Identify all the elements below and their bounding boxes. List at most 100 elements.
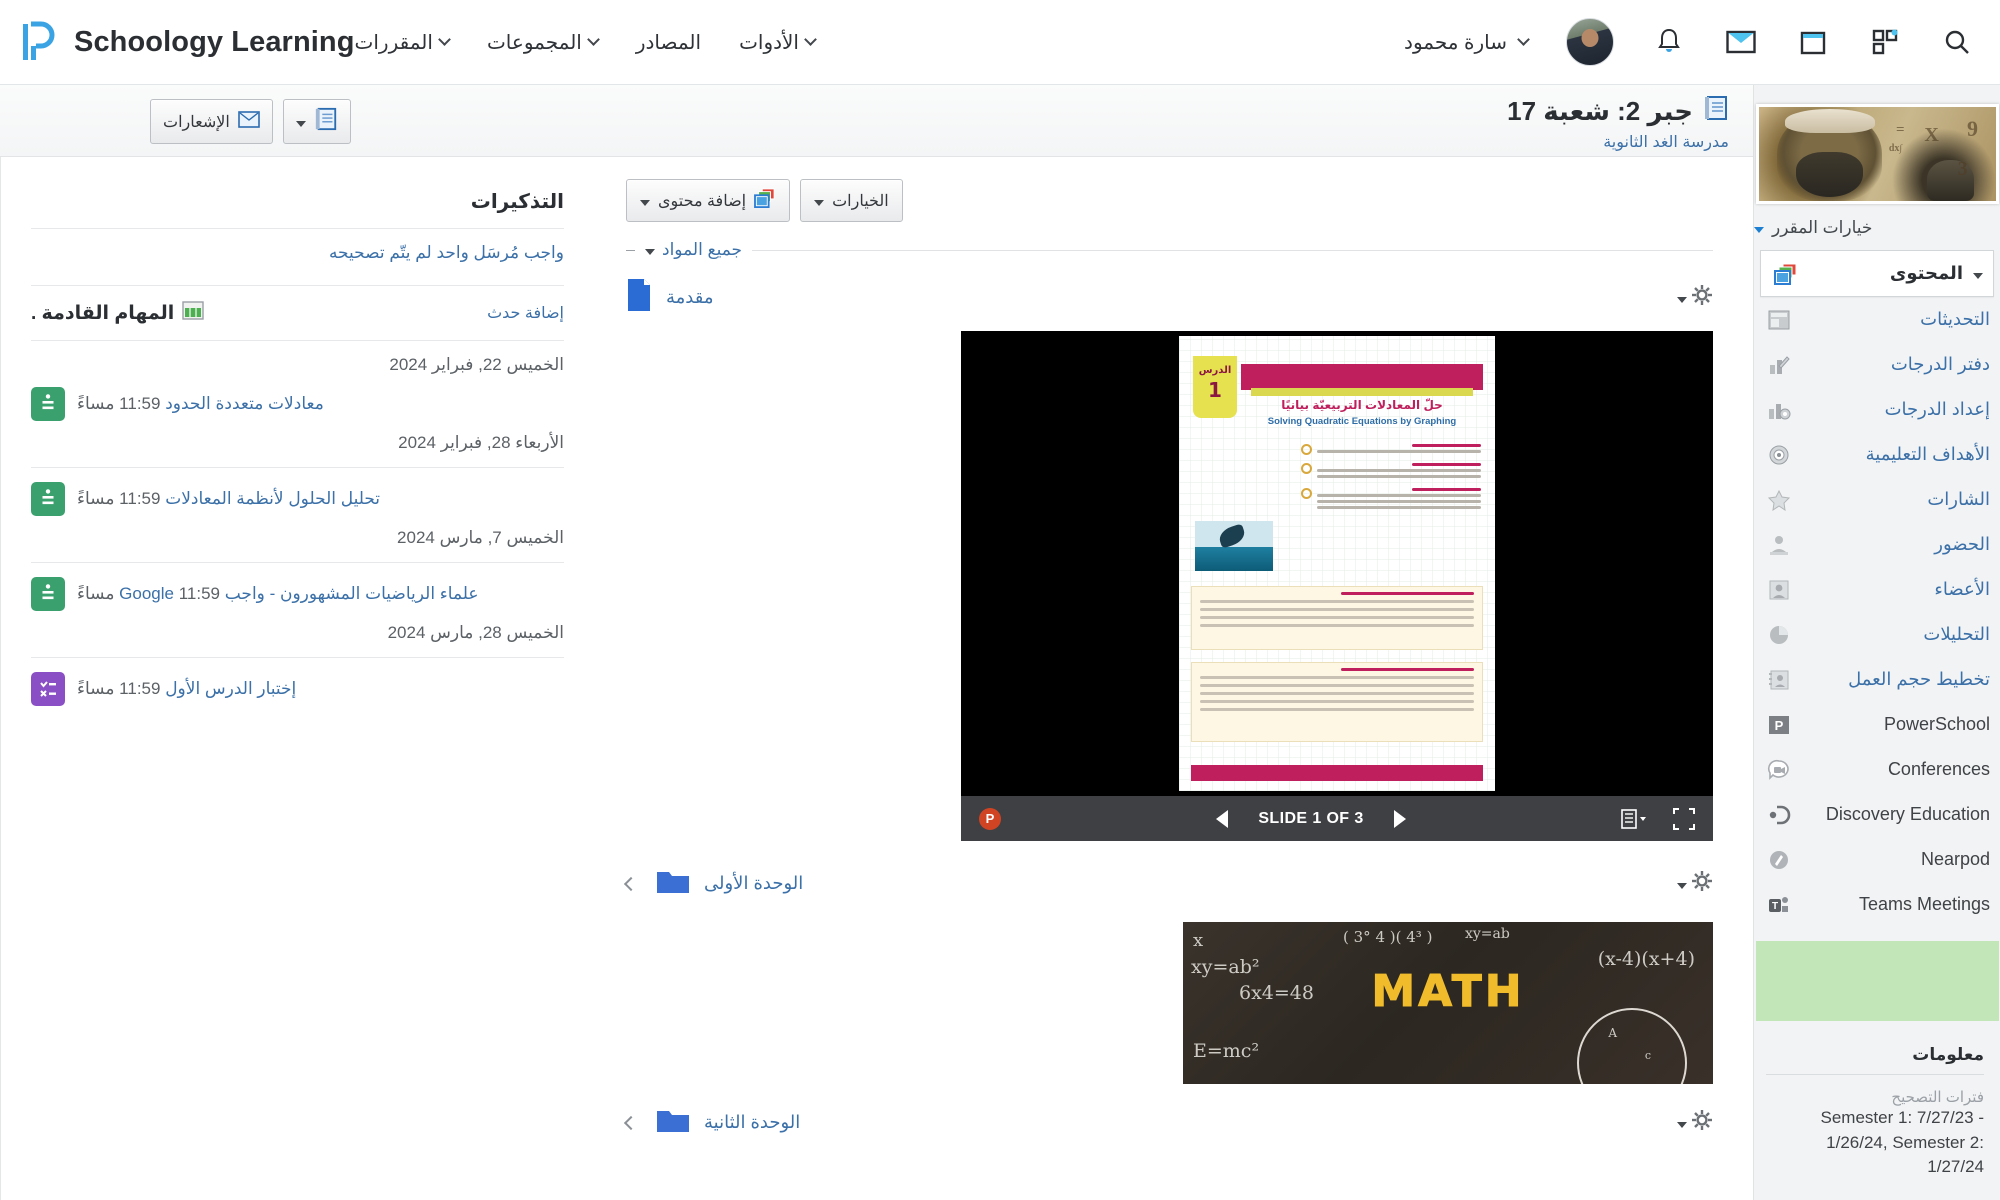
list-item[interactable]: علماء الرياضيات المشهورون - واجب Google … <box>31 577 564 611</box>
divider <box>31 340 564 341</box>
chevron-left-icon[interactable] <box>623 876 639 891</box>
sidebar-item-members[interactable]: الأعضاء <box>1754 567 2000 612</box>
gear-icon <box>1691 284 1713 311</box>
slide-text-block <box>1191 662 1483 742</box>
section-title-unit-1[interactable]: الوحدة الأولى <box>704 873 803 894</box>
sidebar-item-gradebook[interactable]: دفتر الدرجات <box>1754 342 2000 387</box>
course-options-label: خيارات المقرر <box>1772 218 1873 237</box>
content-section-header: مقدمة <box>626 278 1713 317</box>
grading-periods-value: Semester 1: 7/27/23 - 1/26/24, Semester … <box>1820 1108 1984 1177</box>
caret-down-icon <box>814 199 825 206</box>
bell-icon[interactable] <box>1652 25 1686 59</box>
chevron-left-icon[interactable] <box>623 1115 639 1130</box>
nav-item-courses[interactable]: المقررات <box>354 30 451 55</box>
triangle-left-icon[interactable] <box>1216 809 1229 828</box>
assignment-name: معادلات متعددة الحدود <box>165 393 324 413</box>
quiz-name: إختبار الدرس الأول <box>165 678 297 698</box>
sidebar-item-conferences[interactable]: Conferences <box>1754 747 2000 792</box>
triangle-right-icon[interactable] <box>1393 809 1406 828</box>
assignment-time: 11:59 مساءً <box>77 488 161 508</box>
add-content-button[interactable]: إضافة محتوى <box>626 179 791 222</box>
sidebar-item-discovery-education[interactable]: Discovery Education <box>1754 792 2000 837</box>
nav-item-groups[interactable]: المجموعات <box>487 30 600 55</box>
options-label: الخيارات <box>832 192 889 210</box>
nearpod-icon <box>1766 847 1792 873</box>
list-item[interactable]: إختبار الدرس الأول 11:59 مساءً <box>31 672 564 706</box>
brand-logo[interactable]: Schoology Learning <box>20 20 355 64</box>
add-event-link[interactable]: إضافة حدث <box>487 303 564 323</box>
section-title-intro[interactable]: مقدمة <box>666 287 714 308</box>
assignment-icon <box>31 577 65 611</box>
gear-icon <box>1691 1109 1713 1136</box>
assignment-name: تحليل الحلول لأنظمة المعادلات <box>165 488 381 508</box>
slide-title-english: Solving Quadratic Equations by Graphing <box>1267 416 1457 427</box>
page-title: جبر 2: شعبة 17 <box>1507 95 1729 128</box>
list-item[interactable]: معادلات متعددة الحدود 11:59 مساءً <box>31 387 564 421</box>
search-icon[interactable] <box>1940 25 1974 59</box>
sidebar-item-objectives[interactable]: الأهداف التعليمية <box>1754 432 2000 477</box>
notifications-button[interactable]: الإشعارات <box>150 99 273 144</box>
user-name: سارة محمود <box>1404 31 1507 54</box>
notebook-icon <box>314 107 338 136</box>
sidebar-item-attendance[interactable]: الحضور <box>1754 522 2000 567</box>
notebook-icon <box>1703 95 1729 128</box>
list-item[interactable]: تحليل الحلول لأنظمة المعادلات 11:59 مساء… <box>31 482 564 516</box>
upcoming-title: المهام القادمة . <box>31 302 175 324</box>
divider <box>752 249 1713 251</box>
sidebar-label-conferences: Conferences <box>1887 759 1990 779</box>
all-materials-filter[interactable]: جميع المواد <box>645 240 742 260</box>
sidebar-label-nearpod: Nearpod <box>1920 849 1990 869</box>
sidebar-item-badges[interactable]: الشارات <box>1754 477 2000 522</box>
materials-filter-row: جميع المواد <box>626 240 1713 260</box>
ungraded-submissions-link[interactable]: واجب مُرسَل واحد لم يتّم تصحيحه <box>31 243 564 263</box>
sidebar-label-analytics: التحليلات <box>1923 624 1990 644</box>
apps-grid-icon[interactable] <box>1868 25 1902 59</box>
sidebar-item-workload[interactable]: تخطيط حجم العمل <box>1754 657 2000 702</box>
chevron-down-icon <box>438 32 451 46</box>
avatar[interactable] <box>1566 18 1614 66</box>
course-options-toggle[interactable]: خيارات المقرر <box>1754 204 2000 246</box>
sidebar-item-teams-meetings[interactable]: T Teams Meetings <box>1754 882 2000 927</box>
school-name-link[interactable]: مدرسة الغد الثانوية <box>1507 132 1729 152</box>
options-button[interactable]: الخيارات <box>800 179 903 222</box>
analytics-pie-icon <box>1766 622 1792 648</box>
sidebar-menu: المحتوى التحديثات دفتر الدرجات إعداد الد… <box>1754 250 2000 927</box>
gradebook-quick-button[interactable] <box>282 99 351 144</box>
gear-icon <box>1691 870 1713 897</box>
section-gear-menu[interactable] <box>1677 1109 1713 1136</box>
envelope-icon[interactable] <box>1724 25 1758 59</box>
divider <box>31 657 564 658</box>
sidebar-item-content[interactable]: المحتوى <box>1760 250 1994 297</box>
slide-counter: SLIDE 1 OF 3 <box>1258 809 1364 827</box>
course-banner-image: = X 9 3 ∫dx <box>1755 104 1999 204</box>
calendar-icon[interactable] <box>1796 25 1830 59</box>
reminder-date: الخميس 7, مارس 2024 <box>397 528 564 547</box>
caret-down-icon <box>640 199 650 206</box>
section-gear-menu[interactable] <box>1677 284 1713 311</box>
sidebar-item-grade-setup[interactable]: إعداد الدرجات <box>1754 387 2000 432</box>
nav-item-tools[interactable]: الأدوات <box>739 30 817 55</box>
presentation-viewer: الدرس 1 حلّ المعادلات التربيعيّة بيانيًا… <box>961 331 1713 841</box>
badge-star-icon <box>1766 487 1792 513</box>
content-section-header: الوحدة الأولى <box>623 867 1713 900</box>
divider <box>626 249 635 251</box>
slide-bullets <box>1301 444 1481 519</box>
sidebar-item-analytics[interactable]: التحليلات <box>1754 612 2000 657</box>
folder-blue-icon <box>656 1106 690 1139</box>
sidebar-item-powerschool[interactable]: P PowerSchool <box>1754 702 2000 747</box>
nav-item-resources[interactable]: المصادر <box>636 30 701 55</box>
list-menu-icon[interactable] <box>1621 808 1647 830</box>
quiz-icon <box>31 672 65 706</box>
sidebar-label-powerschool: PowerSchool <box>1883 714 1990 734</box>
slide-text-block <box>1191 586 1483 650</box>
fullscreen-icon[interactable] <box>1673 807 1695 830</box>
powerpoint-icon[interactable]: P <box>979 807 1001 830</box>
calendar-green-icon <box>182 300 205 326</box>
section-title-unit-2[interactable]: الوحدة الثانية <box>704 1112 800 1133</box>
caret-down-icon[interactable] <box>1973 272 1983 279</box>
user-menu[interactable]: سارة محمود <box>1404 30 1530 55</box>
nav-label-courses: المقررات <box>354 31 433 54</box>
sidebar-item-updates[interactable]: التحديثات <box>1754 297 2000 342</box>
sidebar-item-nearpod[interactable]: Nearpod <box>1754 837 2000 882</box>
section-gear-menu[interactable] <box>1677 870 1713 897</box>
